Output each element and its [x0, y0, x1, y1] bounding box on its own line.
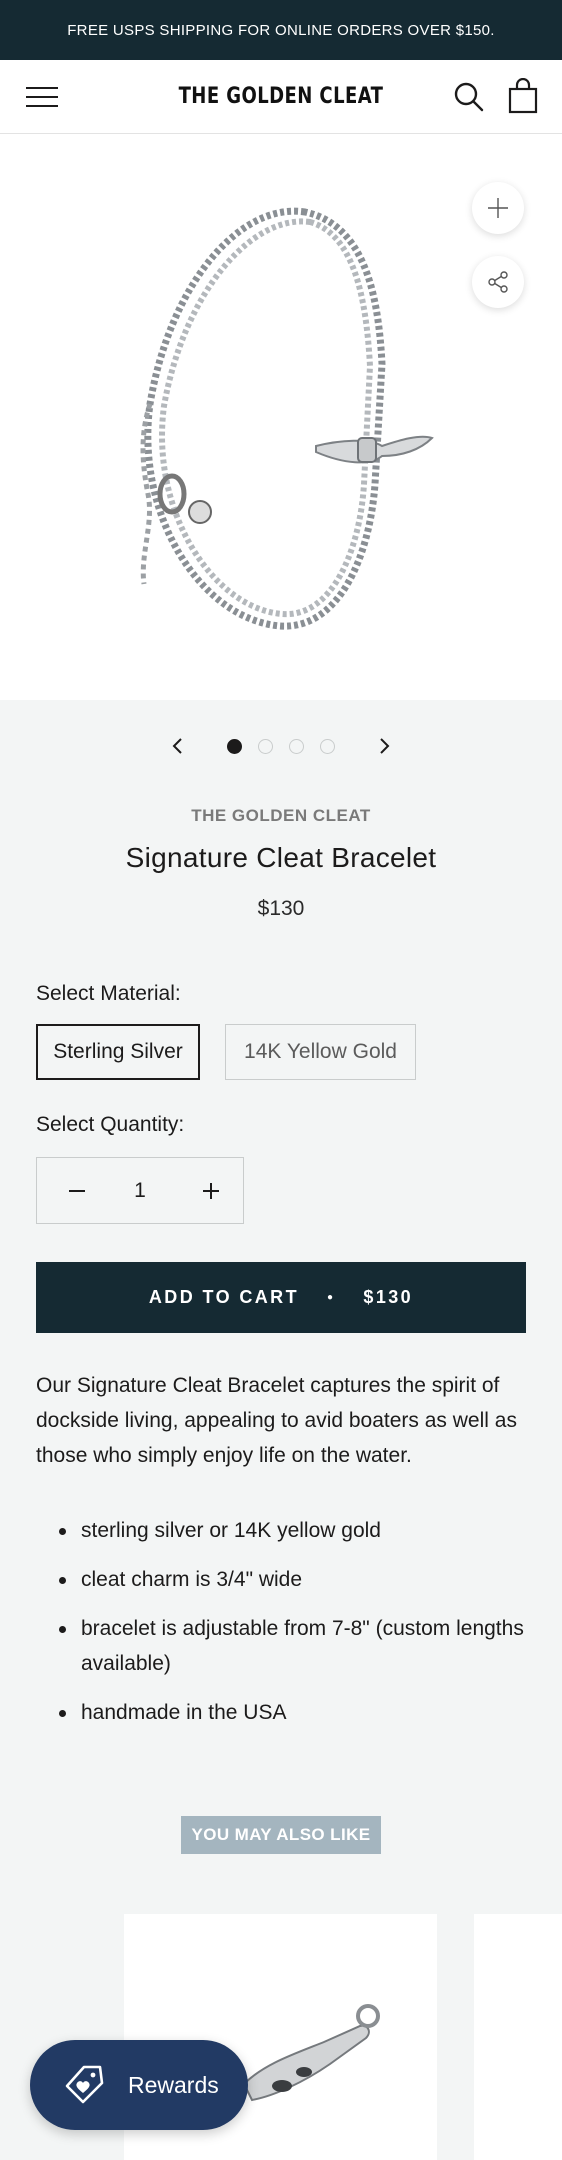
product-title: Signature Cleat Bracelet — [125, 842, 437, 873]
minus-icon[interactable] — [47, 1158, 107, 1223]
feature-item: handmade in the USA — [36, 1695, 530, 1730]
chevron-left-icon[interactable] — [166, 734, 190, 758]
quantity-input[interactable]: 1 — [107, 1158, 173, 1223]
gallery-navigation — [0, 726, 562, 766]
add-to-cart-label: ADD TO CART — [148, 1287, 299, 1307]
announcement-text: FREE USPS SHIPPING FOR ONLINE ORDERS OVE… — [67, 21, 495, 39]
cart-icon[interactable] — [506, 77, 540, 114]
quantity-label: Select Quantity: — [36, 1113, 185, 1136]
product-gallery[interactable] — [0, 134, 562, 700]
bracelet-image — [140, 207, 434, 630]
slide-dot-3[interactable] — [289, 739, 304, 754]
product-price: $130 — [257, 897, 305, 920]
announcement-bar: FREE USPS SHIPPING FOR ONLINE ORDERS OVE… — [0, 0, 562, 60]
plus-icon[interactable] — [181, 1158, 241, 1223]
recommended-product-card[interactable] — [474, 1914, 562, 2160]
recommendations-heading: YOU MAY ALSO LIKE — [181, 1816, 381, 1854]
product-description: Our Signature Cleat Bracelet captures th… — [36, 1374, 517, 1467]
feature-item: cleat charm is 3/4" wide — [36, 1562, 530, 1597]
slide-dot-4[interactable] — [320, 739, 335, 754]
slide-dot-1[interactable] — [227, 739, 242, 754]
feature-item: sterling silver or 14K yellow gold — [36, 1513, 530, 1548]
site-header: THE GOLDEN CLEAT — [0, 60, 562, 134]
tag-heart-icon — [65, 2065, 104, 2104]
chevron-right-icon[interactable] — [372, 734, 396, 758]
material-option-14k-yellow-gold[interactable]: 14K Yellow Gold — [225, 1024, 416, 1080]
material-option-sterling-silver[interactable]: Sterling Silver — [36, 1024, 200, 1080]
add-to-cart-price: $130 — [363, 1287, 414, 1307]
slide-dot-2[interactable] — [258, 739, 273, 754]
quantity-stepper: 1 — [36, 1157, 244, 1224]
feature-list: sterling silver or 14K yellow gold cleat… — [36, 1513, 530, 1744]
site-logo[interactable]: THE GOLDEN CLEAT — [51, 84, 512, 109]
material-label: Select Material: — [36, 982, 181, 1005]
zoom-icon[interactable] — [472, 182, 524, 234]
add-to-cart-button[interactable]: ADD TO CART ● $130 — [36, 1262, 526, 1333]
rewards-button[interactable]: Rewards — [30, 2040, 248, 2130]
rewards-label: Rewards — [128, 2071, 219, 2098]
separator-dot: ● — [326, 1292, 336, 1303]
product-vendor[interactable]: THE GOLDEN CLEAT — [0, 806, 562, 826]
search-icon[interactable] — [452, 80, 486, 114]
share-icon[interactable] — [472, 256, 524, 308]
feature-item: bracelet is adjustable from 7-8" (custom… — [36, 1611, 530, 1681]
